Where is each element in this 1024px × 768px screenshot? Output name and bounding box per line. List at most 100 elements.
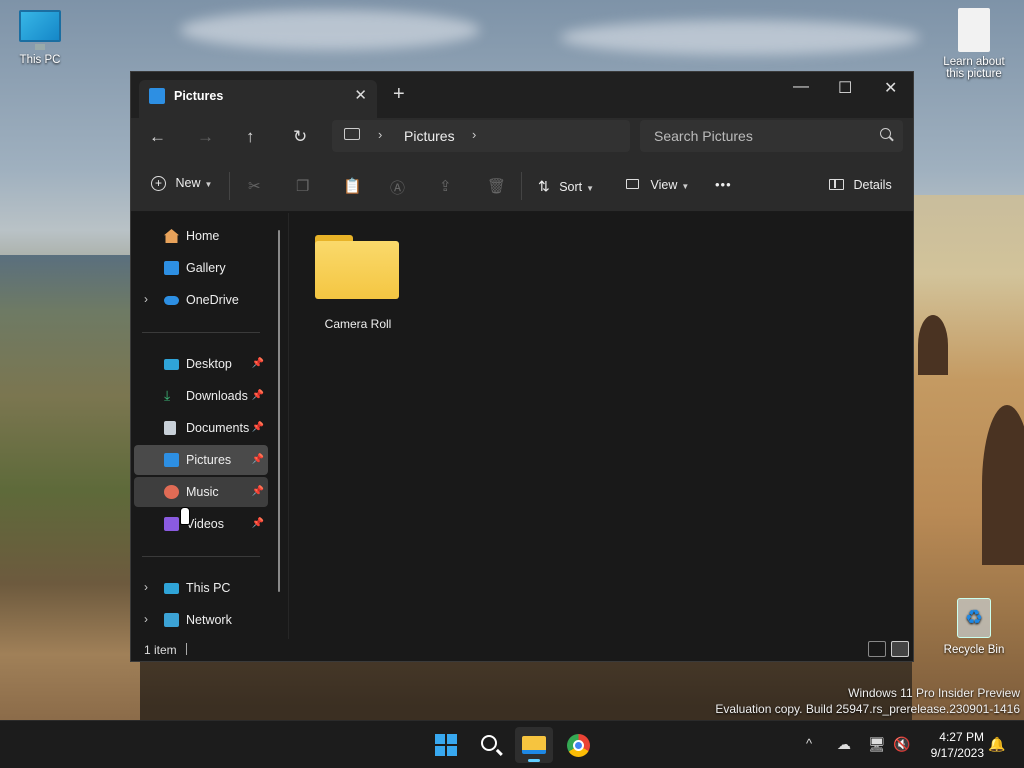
- plus-circle-icon: +: [151, 176, 166, 191]
- details-view-button[interactable]: [868, 641, 886, 657]
- search-placeholder: Search Pictures: [654, 128, 753, 144]
- sidebar-item-label: Network: [186, 613, 232, 627]
- folder-item-camera-roll[interactable]: Camera Roll: [313, 233, 403, 333]
- gallery-icon: [164, 261, 179, 275]
- sidebar-item-label: OneDrive: [186, 293, 239, 307]
- sidebar-item-music[interactable]: Music 📌: [134, 477, 268, 507]
- desktop-icon-recycle-bin[interactable]: ♻ Recycle Bin: [934, 598, 1014, 656]
- cut-icon[interactable]: ✂: [248, 177, 261, 195]
- chevron-right-icon[interactable]: ›: [144, 580, 148, 594]
- back-button[interactable]: ←: [149, 127, 166, 147]
- start-button[interactable]: [427, 727, 465, 763]
- copy-icon[interactable]: ❐: [296, 177, 309, 195]
- sidebar-item-label: Gallery: [186, 261, 226, 275]
- pin-icon[interactable]: 📌: [252, 390, 264, 401]
- search-input[interactable]: Search Pictures: [640, 120, 903, 152]
- item-count: 1 item: [144, 643, 177, 657]
- sidebar-item-onedrive[interactable]: › OneDrive: [134, 285, 268, 315]
- sidebar-item-desktop[interactable]: Desktop 📌: [134, 349, 268, 379]
- desktop-icon-learn-picture[interactable]: Learn about this picture: [934, 8, 1014, 80]
- music-icon: [164, 485, 179, 499]
- rename-icon[interactable]: Ⓐ: [390, 177, 405, 198]
- title-bar: Pictures ✕ + — ☐ ✕: [131, 72, 913, 118]
- view-button[interactable]: View ▼: [626, 178, 689, 192]
- network-icon: [164, 613, 179, 627]
- tab-pictures[interactable]: Pictures ✕: [139, 80, 377, 118]
- chrome-taskbar-button[interactable]: [559, 727, 597, 763]
- sidebar-item-label: Home: [186, 229, 220, 243]
- address-bar[interactable]: › Pictures ›: [332, 120, 630, 152]
- sidebar-item-label: Downloads: [186, 389, 248, 403]
- downloads-icon: ⤓: [164, 387, 171, 403]
- onedrive-tray-icon[interactable]: ☁: [837, 736, 851, 753]
- desktop-icon-this-pc[interactable]: This PC: [0, 10, 80, 66]
- file-explorer-taskbar-button[interactable]: [515, 727, 553, 763]
- notification-bell-icon[interactable]: 🔔: [988, 736, 1005, 753]
- sidebar-item-gallery[interactable]: Gallery: [134, 253, 268, 283]
- paste-icon[interactable]: 📋: [343, 177, 362, 195]
- folder-icon: [315, 241, 399, 299]
- sidebar-item-label: Pictures: [186, 453, 232, 467]
- new-tab-button[interactable]: +: [393, 84, 405, 104]
- up-button[interactable]: ↑: [246, 127, 255, 147]
- onedrive-icon: [164, 296, 179, 305]
- breadcrumb-separator[interactable]: ›: [472, 127, 476, 142]
- navigation-bar: ← → ↑ ↻ › Pictures › Search Pictures: [131, 118, 913, 160]
- pin-icon[interactable]: 📌: [252, 486, 264, 497]
- sidebar-item-label: This PC: [186, 581, 231, 595]
- share-icon[interactable]: ⇪: [439, 177, 452, 195]
- sidebar-item-videos[interactable]: Videos 📌: [134, 509, 268, 539]
- chevron-right-icon[interactable]: ›: [144, 292, 148, 306]
- volume-muted-icon[interactable]: 🔇: [893, 736, 910, 753]
- sidebar-item-documents[interactable]: Documents 📌: [134, 413, 268, 443]
- navigation-pane: Home Gallery › OneDrive Desktop 📌 ⤓ Down…: [131, 213, 281, 641]
- new-button[interactable]: + New ▼: [151, 176, 212, 191]
- pin-icon[interactable]: 📌: [252, 358, 264, 369]
- divider: [521, 172, 522, 200]
- sort-icon: ⇅: [538, 178, 550, 194]
- clock-time: 4:27 PM: [939, 730, 984, 744]
- delete-icon[interactable]: 🗑: [487, 177, 506, 195]
- search-button[interactable]: [471, 727, 509, 763]
- this-pc-icon: [344, 128, 360, 140]
- chevron-down-icon: ▼: [681, 182, 690, 191]
- close-window-button[interactable]: ✕: [884, 78, 897, 98]
- more-options-button[interactable]: •••: [715, 177, 732, 192]
- desktop-icon-label: Learn about this picture: [943, 56, 1005, 80]
- search-icon: [481, 735, 497, 751]
- show-hidden-icons-button[interactable]: ^: [806, 736, 812, 751]
- sidebar-item-downloads[interactable]: ⤓ Downloads 📌: [134, 381, 268, 411]
- minimize-button[interactable]: —: [793, 78, 809, 96]
- home-icon: [164, 229, 179, 243]
- refresh-button[interactable]: ↻: [293, 127, 307, 147]
- sidebar-divider: [142, 556, 260, 557]
- network-tray-icon[interactable]: 🖥: [868, 736, 886, 753]
- pin-icon[interactable]: 📌: [252, 518, 264, 529]
- sort-label: Sort: [559, 180, 583, 194]
- close-tab-icon[interactable]: ✕: [354, 86, 367, 104]
- desktop-icon-label: This PC: [19, 54, 61, 66]
- sidebar-item-network[interactable]: › Network: [134, 605, 268, 635]
- mouse-cursor: [180, 507, 190, 525]
- sidebar-item-pictures[interactable]: Pictures 📌: [134, 445, 268, 475]
- forward-button[interactable]: →: [197, 127, 214, 147]
- maximize-button[interactable]: ☐: [838, 78, 852, 98]
- sidebar-item-this-pc[interactable]: › This PC: [134, 573, 268, 603]
- status-bar: 1 item: [131, 639, 913, 661]
- large-icons-view-button[interactable]: [891, 641, 909, 657]
- pictures-icon: [149, 88, 165, 104]
- breadcrumb-pictures[interactable]: Pictures: [404, 128, 455, 144]
- clock[interactable]: 4:27 PM 9/17/2023: [931, 729, 984, 761]
- documents-icon: [164, 421, 176, 435]
- chevron-right-icon[interactable]: ›: [144, 612, 148, 626]
- breadcrumb-separator[interactable]: ›: [378, 127, 382, 142]
- sort-button[interactable]: ⇅ Sort ▼: [538, 178, 594, 195]
- pin-icon[interactable]: 📌: [252, 422, 264, 433]
- desktop-icon: [164, 359, 179, 370]
- sidebar-divider: [142, 332, 260, 333]
- sidebar-scrollbar[interactable]: [278, 230, 280, 592]
- sidebar-item-home[interactable]: Home: [134, 221, 268, 251]
- details-button[interactable]: Details: [829, 178, 892, 192]
- chevron-down-icon: ▼: [586, 184, 595, 193]
- pin-icon[interactable]: 📌: [252, 454, 264, 465]
